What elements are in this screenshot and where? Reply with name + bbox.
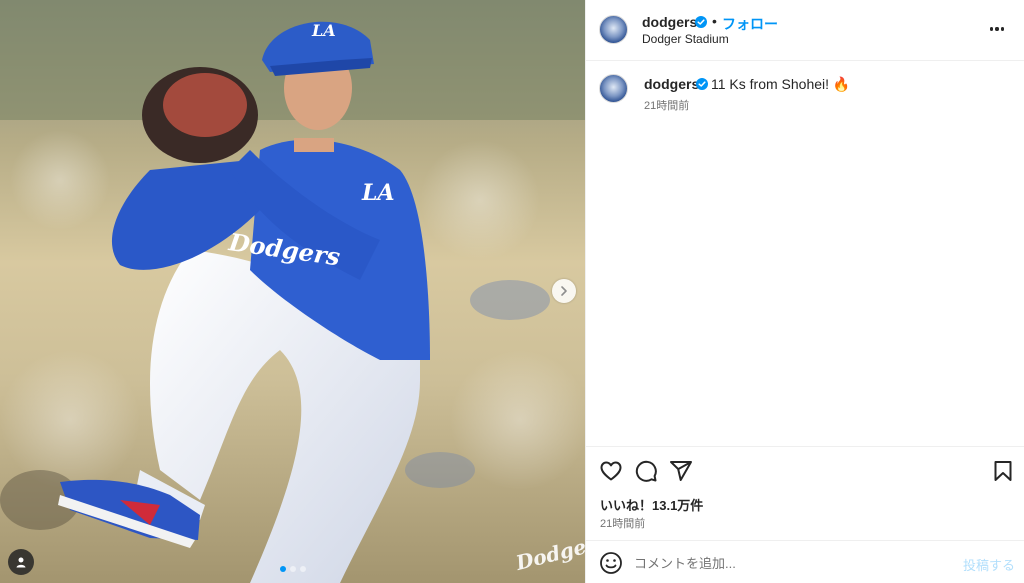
avatar[interactable]	[599, 15, 628, 44]
tagged-users-button[interactable]	[8, 549, 34, 575]
post-actions: いいね！13.1万件 21時間前	[586, 446, 1024, 540]
post-timestamp: 21時間前	[600, 518, 646, 530]
separator-dot: •	[712, 13, 717, 29]
post-comment-button[interactable]: 投稿する	[963, 555, 1015, 574]
caption-username[interactable]: dodgers	[644, 76, 699, 92]
follow-button[interactable]: フォロー	[722, 14, 778, 34]
user-icon	[16, 557, 26, 568]
cap-logo: LA	[311, 21, 336, 40]
caption-text: 11 Ks from Shohei! 🔥	[711, 76, 851, 92]
more-options-button[interactable]	[990, 22, 1012, 36]
carousel-next-button[interactable]	[552, 279, 576, 303]
more-horizontal-icon	[990, 27, 994, 31]
post-panel: dodgers • フォロー Dodger Stadium dodgers 11…	[585, 0, 1024, 583]
location-link[interactable]: Dodger Stadium	[642, 32, 729, 46]
heart-icon[interactable]	[599, 459, 623, 483]
carousel-dot	[300, 566, 306, 572]
post-media[interactable]: LA LA Dodgers Dodgers	[0, 0, 585, 583]
sleeve-logo: LA	[361, 180, 395, 206]
carousel-dot	[290, 566, 296, 572]
verified-badge-icon	[695, 16, 707, 28]
post-header: dodgers • フォロー Dodger Stadium	[586, 0, 1024, 61]
carousel-dot	[280, 566, 286, 572]
comment-input[interactable]	[634, 552, 944, 574]
verified-badge-icon	[696, 78, 708, 90]
pitcher-photo: LA LA Dodgers	[0, 0, 585, 583]
caption-timestamp: 21時間前	[644, 100, 690, 112]
comment-icon[interactable]	[634, 459, 658, 483]
chevron-right-icon	[561, 286, 567, 296]
carousel-indicators	[280, 566, 306, 572]
likes-count[interactable]: いいね！13.1万件	[600, 495, 703, 514]
bookmark-icon[interactable]	[991, 459, 1015, 483]
comment-bar: 投稿する	[586, 540, 1024, 583]
header-username[interactable]: dodgers	[642, 14, 697, 30]
share-icon[interactable]	[669, 459, 693, 483]
emoji-icon[interactable]	[599, 551, 623, 575]
caption-avatar[interactable]	[599, 74, 628, 103]
